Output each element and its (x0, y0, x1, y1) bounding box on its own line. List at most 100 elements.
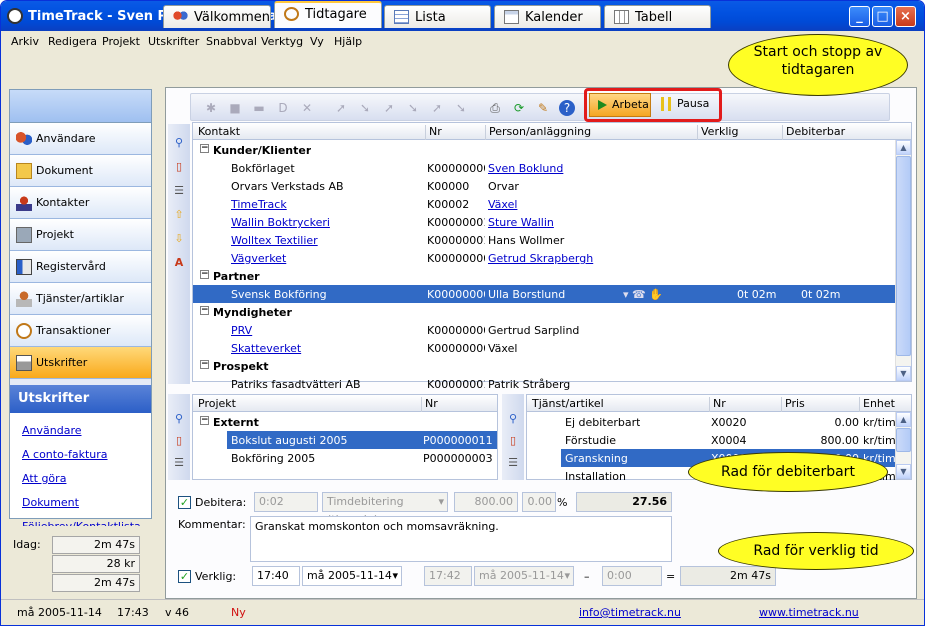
contact-person[interactable]: Getrud Skrapbergh (488, 252, 688, 265)
scroll-up-icon[interactable]: ▲ (896, 140, 911, 155)
contact-person[interactable]: Sture Wallin (488, 216, 688, 229)
menu-projekt[interactable]: Projekt (102, 35, 140, 48)
menu-hjalp[interactable]: Hjälp (334, 35, 362, 48)
debitera-type-select[interactable]: Timdebitering (tim:min)▾ (322, 492, 448, 526)
tab-lista[interactable]: Lista (384, 5, 491, 28)
link-aconto[interactable]: A conto-faktura (22, 448, 151, 461)
scroll-down-icon[interactable]: ▼ (896, 464, 911, 479)
menu-arkiv[interactable]: Arkiv (11, 35, 39, 48)
col-projekt[interactable]: Projekt (195, 397, 421, 412)
arrow-down-icon[interactable]: ➘ (405, 100, 421, 116)
collapse-icon[interactable]: − (200, 144, 209, 153)
new-icon[interactable]: ▯ (172, 434, 186, 448)
menu-utskrifter[interactable]: Utskrifter (148, 35, 199, 48)
col-enhet[interactable]: Enhet (859, 397, 911, 412)
end-date-select[interactable]: må 2005-11-14 ▾ (474, 566, 574, 586)
scroll-up-icon[interactable]: ▲ (896, 412, 911, 427)
menu-redigera[interactable]: Redigera (48, 35, 97, 48)
col-kontakt[interactable]: Kontakt (195, 125, 425, 140)
arrow-left-icon[interactable]: ➚ (381, 100, 397, 116)
collapse-icon[interactable]: − (200, 306, 209, 315)
close-button[interactable]: × (895, 6, 916, 27)
table-row[interactable]: Orvars Verkstads AB K00000 Orvar (193, 177, 895, 195)
maximize-button[interactable]: □ (872, 6, 893, 27)
col-pris[interactable]: Pris (781, 397, 859, 412)
table-row[interactable]: Bokslut augusti 2005 P000000011 (193, 431, 497, 449)
contact-person[interactable]: Växel (488, 198, 688, 211)
table-row[interactable]: TimeTrack K00002 Växel (193, 195, 895, 213)
col-debiterbar[interactable]: Debiterbar (782, 125, 867, 140)
table-row[interactable]: Bokförlaget K000000007Sven Boklund (193, 159, 895, 177)
refresh-icon[interactable]: ⟳ (511, 100, 527, 116)
nav-item-kontakter[interactable]: Kontakter (10, 187, 151, 219)
minimize-button[interactable]: _ (849, 6, 870, 27)
scroll-down-icon[interactable]: ▼ (896, 366, 911, 381)
verklig-checkbox[interactable]: ✓ (178, 570, 191, 583)
delete-icon[interactable]: ✕ (299, 100, 315, 116)
sort-icon[interactable]: A (172, 256, 186, 270)
start-date-select[interactable]: må 2005-11-14 ▾ (302, 566, 402, 586)
nav-item-transaktioner[interactable]: Transaktioner (10, 315, 151, 347)
end-time-field[interactable]: 17:42 (424, 566, 472, 586)
group-row[interactable]: − Externt (193, 413, 497, 431)
collapse-icon[interactable]: − (200, 416, 209, 425)
list-icon[interactable]: ☰ (172, 184, 186, 198)
nav-item-projekt[interactable]: Projekt (10, 219, 151, 251)
new-icon[interactable]: ▯ (506, 434, 520, 448)
arrow-up-icon[interactable]: ➚ (333, 100, 349, 116)
link-anvandare[interactable]: Användare (22, 424, 151, 437)
table-row[interactable]: Vägverket K000000004Getrud Skrapbergh (193, 249, 895, 267)
debitera-checkbox[interactable]: ✓ (178, 496, 191, 509)
table-row[interactable]: Skatteverket K000000009Växel (193, 339, 895, 357)
tab-valkommen[interactable]: Välkommen (163, 5, 271, 28)
nav-item-anvandare[interactable]: Användare (10, 123, 151, 155)
link-dokument[interactable]: Dokument (22, 496, 151, 509)
menu-snabbval[interactable]: Snabbval (206, 35, 257, 48)
nav-item-dokument[interactable]: Dokument (10, 155, 151, 187)
list-icon[interactable]: ☰ (506, 456, 520, 470)
debitera-time-field[interactable]: 0:02 (254, 492, 318, 512)
col-nr[interactable]: Nr (425, 125, 485, 140)
tab-kalender[interactable]: Kalender (494, 5, 601, 28)
table-row[interactable]: Förstudie X0004 800.00 kr/tim (527, 431, 897, 449)
contact-name[interactable]: Vägverket (231, 252, 423, 265)
search-icon[interactable]: ⚲ (172, 136, 186, 150)
table-row[interactable]: Ej debiterbart X0020 0.00 kr/tim (527, 413, 897, 431)
table-row[interactable]: Bokföring 2005 P000000003 (193, 449, 497, 467)
status-web-link[interactable]: www.timetrack.nu (759, 606, 859, 619)
move-up-icon[interactable]: ⇧ (172, 208, 186, 222)
nav-item-utskrifter[interactable]: Utskrifter (10, 347, 151, 379)
contact-name[interactable]: PRV (231, 324, 423, 337)
print-icon[interactable]: ⎙ (487, 100, 503, 116)
table-row[interactable]: Patriks fasadtvätteri AB K000000011Patrik… (193, 375, 895, 393)
note-icon[interactable]: ✎ (535, 100, 551, 116)
table-row[interactable]: Wallin Boktryckeri K000000010Sture Wallin (193, 213, 895, 231)
save-icon[interactable]: ▬ (251, 100, 267, 116)
group-row[interactable]: − Prospekt (193, 357, 895, 375)
menu-verktyg[interactable]: Verktyg (261, 35, 303, 48)
table-row[interactable]: Wolltex Textilier K000000012Hans Wollmer (193, 231, 895, 249)
start-time-field[interactable]: 17:40 (252, 566, 300, 586)
arrow-first-icon[interactable]: ➚ (429, 100, 445, 116)
link-attgora[interactable]: Att göra (22, 472, 151, 485)
help-icon[interactable]: ? (559, 100, 575, 116)
collapse-icon[interactable]: − (200, 270, 209, 279)
contacts-scrollbar[interactable]: ▲ ▼ (895, 140, 911, 381)
list-icon[interactable]: ☰ (172, 456, 186, 470)
services-scrollbar[interactable]: ▲ ▼ (895, 412, 911, 479)
row-tools-icon[interactable]: ▾ ☎ ✋ (623, 288, 663, 301)
scroll-thumb[interactable] (896, 156, 911, 356)
debitera-price-field[interactable]: 800.00 (454, 492, 518, 512)
group-row[interactable]: − Myndigheter (193, 303, 895, 321)
dev-icon[interactable]: D (275, 100, 291, 116)
tab-tidtagare[interactable]: Tidtagare (274, 1, 382, 28)
scroll-thumb[interactable] (896, 428, 911, 452)
kommentar-textarea[interactable]: Granskat momskonton och momsavräkning. (250, 516, 672, 562)
nav-item-registervard[interactable]: Registervård (10, 251, 151, 283)
col-person[interactable]: Person/anläggning (485, 125, 697, 140)
search-icon[interactable]: ⚲ (172, 412, 186, 426)
group-row[interactable]: − Kunder/Klienter (193, 141, 895, 159)
move-down-icon[interactable]: ⇩ (172, 232, 186, 246)
link-foljebrev[interactable]: Följebrev/Kontaktlista (22, 520, 151, 526)
status-email-link[interactable]: info@timetrack.nu (579, 606, 681, 619)
